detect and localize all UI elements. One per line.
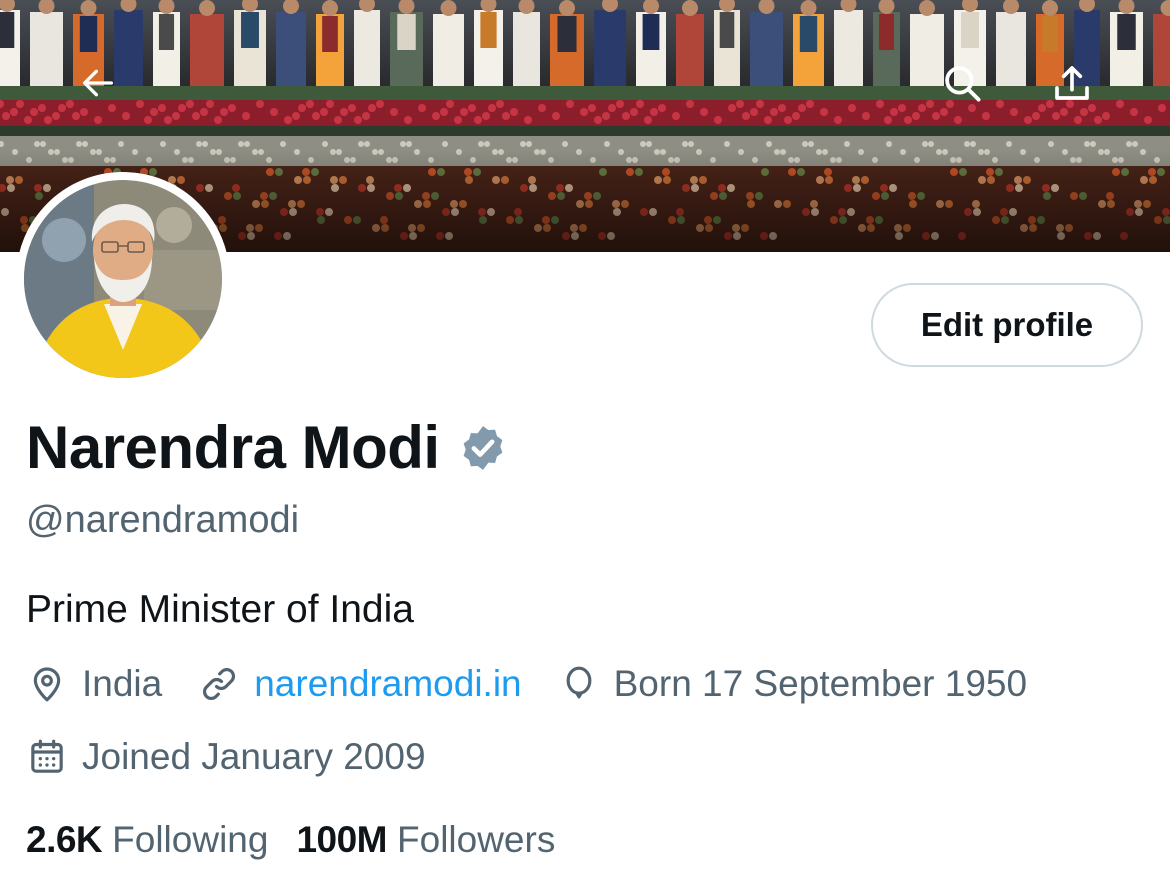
following-label: Following [112,819,269,860]
share-upload-icon [1055,66,1089,100]
search-button[interactable] [930,51,994,115]
back-button[interactable] [66,51,130,115]
profile-meta-joined: Joined January 2009 [26,729,462,785]
verified-badge-icon[interactable] [458,423,508,473]
following-count: 2.6K [26,819,103,860]
arrow-left-icon [83,69,114,97]
profile-page: Edit profile Narendra Modi @narendramodi… [0,0,1170,878]
name-row: Narendra Modi [26,410,508,486]
user-handle: @narendramodi [26,499,300,541]
joined-text: Joined January 2009 [82,736,426,777]
avatar-photo [24,180,222,378]
profile-bio: Prime Minister of India [26,588,414,631]
website-link[interactable]: narendramodi.in [254,663,521,705]
location-text: India [82,663,163,704]
location-pin-icon [26,663,68,705]
followers-count: 100M [296,819,388,860]
website-item[interactable]: narendramodi.in [198,663,522,705]
joined-item: Joined January 2009 [26,736,426,778]
birthday-item: Born 17 September 1950 [558,663,1027,705]
followers-label: Followers [397,819,556,860]
following-link[interactable]: 2.6K Following [26,819,268,861]
birthday-text: Born 17 September 1950 [613,663,1028,704]
link-icon [198,663,240,705]
location-item: India [26,663,162,705]
avatar[interactable] [24,180,222,378]
profile-meta: India narendramodi.in Born 17 September … [26,656,1063,712]
avatar-frame[interactable] [16,172,230,386]
followers-link[interactable]: 100M Followers [296,819,555,861]
calendar-icon [26,736,68,778]
follow-stats: 2.6K Following 100M Followers [26,812,583,868]
edit-profile-button[interactable]: Edit profile [871,283,1143,367]
share-button[interactable] [1040,51,1104,115]
balloon-icon [558,663,600,705]
search-icon [945,66,981,102]
display-name: Narendra Modi [26,414,440,481]
